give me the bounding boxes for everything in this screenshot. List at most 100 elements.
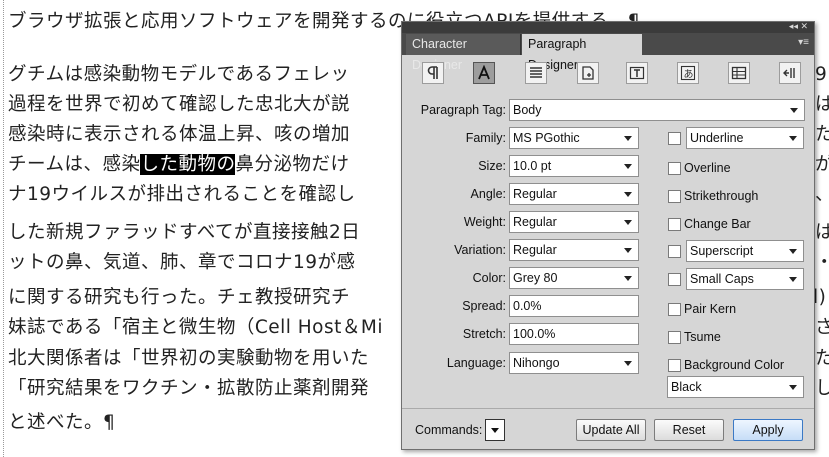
text-frame-icon[interactable]: [626, 62, 648, 84]
reset-button[interactable]: Reset: [654, 419, 724, 441]
doc-line[interactable]: と述べた。¶: [8, 410, 115, 436]
background-color-select[interactable]: Black: [667, 376, 804, 398]
color-select[interactable]: Grey 80: [509, 267, 639, 289]
small-caps-select[interactable]: Small Caps: [686, 268, 804, 290]
size-label: Size:: [478, 159, 506, 173]
doc-line[interactable]: 過程を世界で初めて確認した忠北大が説: [8, 92, 350, 118]
angle-select[interactable]: Regular: [509, 183, 639, 205]
paragraph-mark-icon[interactable]: [422, 62, 444, 84]
doc-line[interactable]: した新規ファラッドすべてが直接接触2日: [8, 220, 360, 246]
language-select[interactable]: Nihongo: [509, 352, 639, 374]
paragraph-tag-select[interactable]: Body: [509, 99, 805, 121]
doc-line[interactable]: ットの鼻、気道、肺、章でコロナ19が感: [8, 250, 356, 276]
doc-line-edge: し: [815, 378, 829, 399]
chevron-down-icon: [624, 361, 632, 366]
commands-label: Commands:: [415, 423, 483, 437]
chevron-down-icon: [789, 249, 797, 254]
chevron-down-icon: [624, 136, 632, 141]
selected-text[interactable]: した動物の: [140, 154, 236, 175]
table-icon[interactable]: [728, 62, 750, 84]
chevron-down-icon: [491, 428, 499, 433]
direction-icon[interactable]: [779, 62, 801, 84]
weight-label: Weight:: [463, 215, 506, 229]
background-color-checkbox[interactable]: [668, 359, 681, 372]
chevron-down-icon: [790, 108, 798, 113]
tab-paragraph-designer[interactable]: Paragraph Designer: [522, 34, 642, 72]
underline-checkbox[interactable]: [668, 132, 681, 145]
paragraph-tag-value: Body: [513, 103, 542, 117]
language-value: Nihongo: [513, 356, 560, 370]
change-bar-checkbox[interactable]: [668, 218, 681, 231]
background-color-value: Black: [671, 380, 702, 394]
overline-checkbox[interactable]: [668, 162, 681, 175]
doc-line-edge: l): [813, 287, 827, 308]
underline-label: Underline: [690, 131, 744, 145]
spread-label: Spread:: [462, 299, 506, 313]
paragraph-tag-label: Paragraph Tag:: [420, 103, 506, 117]
doc-line[interactable]: チームは、感染した動物の鼻分泌物だけ: [8, 152, 349, 178]
color-value: Grey 80: [513, 271, 558, 285]
underline-select[interactable]: Underline: [686, 127, 804, 149]
chevron-down-icon: [789, 385, 797, 390]
size-select[interactable]: 10.0 pt: [509, 155, 639, 177]
chevron-down-icon: [789, 277, 797, 282]
variation-select[interactable]: Regular: [509, 239, 639, 261]
tsume-checkbox[interactable]: [668, 331, 681, 344]
chevron-down-icon: [624, 276, 632, 281]
doc-line-edge: は: [815, 222, 829, 243]
pair-kern-label: Pair Kern: [684, 302, 737, 316]
superscript-select[interactable]: Superscript: [686, 240, 804, 262]
superscript-checkbox[interactable]: [668, 245, 681, 258]
angle-label: Angle:: [470, 187, 506, 201]
page-corner-icon[interactable]: [577, 62, 599, 84]
doc-line-edge: は: [815, 94, 829, 115]
doc-line-edge: 、: [815, 182, 829, 208]
doc-line[interactable]: 感染時に表示される体温上昇、咳の増加: [8, 122, 350, 148]
designer-toolbar: あ: [402, 55, 814, 93]
margin-guide: [3, 0, 4, 457]
doc-line-text: チームは、感染: [8, 154, 141, 175]
paragraph-designer-panel[interactable]: ◂◂ ✕ Character Designer Paragraph Design…: [401, 21, 815, 450]
tab-character-designer[interactable]: Character Designer: [406, 34, 521, 72]
commands-dropdown[interactable]: [485, 419, 505, 441]
doc-line[interactable]: 北大関係者は「世界初の実験動物を用いた: [8, 346, 369, 372]
superscript-label: Superscript: [690, 244, 754, 258]
strikethrough-checkbox[interactable]: [668, 190, 681, 203]
character-a-icon[interactable]: [473, 62, 495, 84]
asian-text-icon[interactable]: あ: [677, 62, 699, 84]
pair-kern-checkbox[interactable]: [668, 303, 681, 316]
stretch-label: Stretch:: [462, 327, 506, 341]
doc-line[interactable]: に関する研究も行った。チェ教授研究チ: [8, 285, 350, 311]
chevron-down-icon: [624, 192, 632, 197]
panel-window-controls[interactable]: ◂◂ ✕: [789, 21, 808, 32]
family-select[interactable]: MS PGothic: [509, 127, 639, 149]
chevron-down-icon: [624, 220, 632, 225]
weight-select[interactable]: Regular: [509, 211, 639, 233]
background-color-label: Background Color: [684, 358, 785, 372]
doc-line[interactable]: 妹誌である「宿主と微生物（Cell Host＆Mi: [8, 315, 383, 341]
angle-value: Regular: [513, 187, 557, 201]
weight-value: Regular: [513, 215, 557, 229]
stretch-input[interactable]: 100.0%: [509, 323, 639, 345]
panel-titlebar[interactable]: ◂◂ ✕: [402, 21, 814, 33]
overline-label: Overline: [684, 161, 731, 175]
doc-line-edge: ・: [815, 250, 829, 276]
panel-menu-icon[interactable]: ▾≡: [798, 37, 809, 48]
lines-icon[interactable]: [525, 62, 547, 84]
doc-line[interactable]: ナ19ウイルスが排出されることを確認し: [8, 182, 356, 208]
color-label: Color:: [472, 271, 506, 285]
small-caps-checkbox[interactable]: [668, 273, 681, 286]
doc-line-edge: さ: [815, 317, 829, 338]
doc-line[interactable]: グチムは感染動物モデルであるフェレッ: [8, 62, 349, 88]
language-label: Language:: [446, 356, 506, 370]
panel-tabbar: Character Designer Paragraph Designer: [402, 33, 814, 72]
variation-value: Regular: [513, 243, 557, 257]
apply-button[interactable]: Apply: [733, 419, 803, 441]
update-all-button[interactable]: Update All: [576, 419, 646, 441]
doc-line[interactable]: 「研究結果をワクチン・拡散防止薬剤開発: [8, 376, 369, 402]
tsume-label: Tsume: [684, 330, 721, 344]
spread-input[interactable]: 0.0%: [509, 295, 639, 317]
chevron-down-icon: [624, 248, 632, 253]
doc-line-edge: 9: [815, 64, 828, 85]
small-caps-label: Small Caps: [690, 272, 754, 286]
